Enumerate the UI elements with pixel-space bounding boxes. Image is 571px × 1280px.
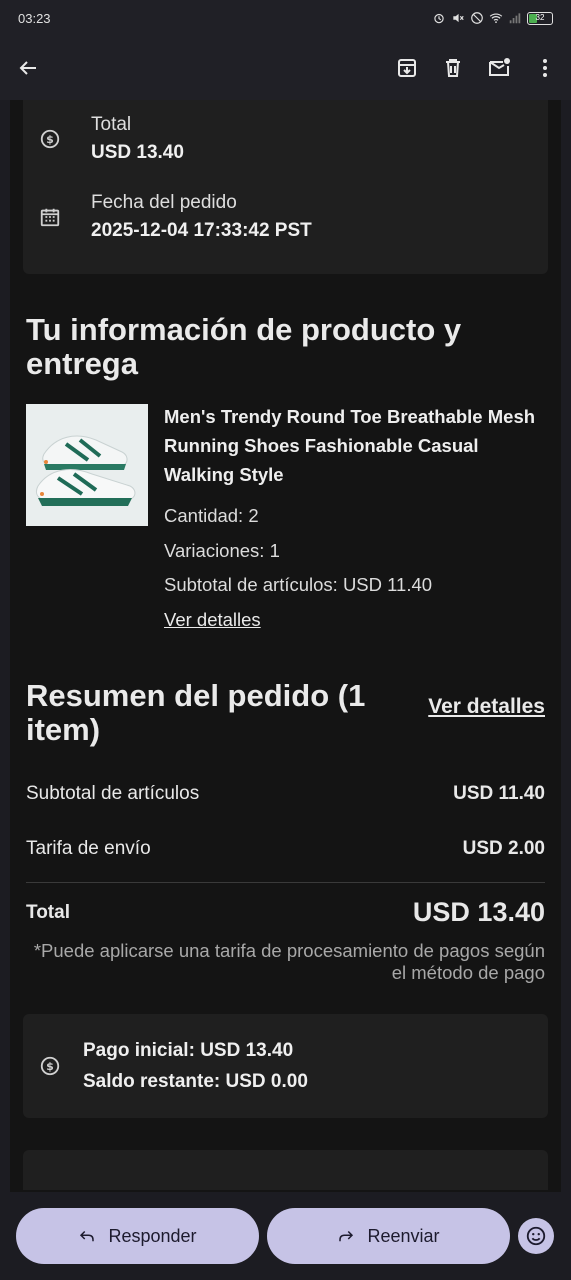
subtotal-label: Subtotal de artículos xyxy=(26,783,200,804)
subtotal-value: USD 11.40 xyxy=(453,783,545,804)
subtotal-row: Subtotal de artículos USD 11.40 xyxy=(10,781,561,807)
calendar-icon xyxy=(40,208,60,227)
status-bar: 03:23 32 xyxy=(0,0,571,36)
shipping-label: Tarifa de envío xyxy=(26,838,151,859)
reply-button[interactable]: Responder xyxy=(16,1208,259,1264)
archive-button[interactable] xyxy=(395,56,419,80)
summary-details-link[interactable]: Ver detalles xyxy=(428,695,545,719)
product-details-link[interactable]: Ver detalles xyxy=(164,609,261,630)
grand-total-label: Total xyxy=(26,901,70,923)
product-quantity: Cantidad: 2 xyxy=(164,505,259,526)
delete-icon xyxy=(446,59,460,77)
dollar-circle-icon: $ xyxy=(40,129,60,149)
date-value: 2025-12-04 17:33:42 PST xyxy=(91,220,312,241)
dollar-circle-icon: $ xyxy=(40,1056,60,1076)
order-info-card: $ Total USD 13.40 Fecha del pedido 2025-… xyxy=(23,100,548,274)
shipping-value: USD 2.00 xyxy=(462,838,545,859)
product-info: Men's Trendy Round Toe Breathable Mesh R… xyxy=(148,404,545,637)
summary-header: Resumen del pedido (1 item) Ver detalles xyxy=(10,679,561,747)
back-button[interactable] xyxy=(16,56,40,80)
product-item: Men's Trendy Round Toe Breathable Mesh R… xyxy=(10,404,561,637)
emoji-reaction-button[interactable] xyxy=(518,1218,554,1254)
svg-text:$: $ xyxy=(46,133,54,146)
email-body: $ Total USD 13.40 Fecha del pedido 2025-… xyxy=(10,100,561,1192)
total-value: USD 13.40 xyxy=(91,142,184,163)
product-name: Men's Trendy Round Toe Breathable Mesh R… xyxy=(164,406,536,485)
mark-unread-button[interactable] xyxy=(487,56,511,80)
remaining-balance: Saldo restante: USD 0.00 xyxy=(83,1071,308,1092)
reply-label: Responder xyxy=(108,1225,197,1246)
initial-payment: Pago inicial: USD 13.40 xyxy=(83,1040,294,1061)
order-total-row: $ Total USD 13.40 xyxy=(23,112,548,168)
payment-card: $ Pago inicial: USD 13.40 Saldo restante… xyxy=(23,1014,548,1118)
signal-icon xyxy=(509,13,521,24)
status-time: 03:23 xyxy=(18,10,51,26)
shipping-row: Tarifa de envío USD 2.00 xyxy=(10,836,561,862)
sneakers-image xyxy=(26,404,148,526)
summary-heading: Resumen del pedido (1 item) xyxy=(26,678,366,747)
archive-icon xyxy=(398,59,416,77)
product-section-heading: Tu información de producto y entrega xyxy=(26,312,462,381)
more-options-button[interactable] xyxy=(533,56,557,80)
mute-icon xyxy=(453,13,464,23)
product-image[interactable] xyxy=(26,404,148,526)
alarm-icon xyxy=(434,13,444,24)
product-subtotal: Subtotal de artículos: USD 11.40 xyxy=(164,574,433,595)
total-label: Total xyxy=(91,114,132,135)
wifi-icon xyxy=(489,13,503,23)
delete-button[interactable] xyxy=(441,56,465,80)
dnd-icon xyxy=(471,12,483,24)
summary-divider xyxy=(26,882,545,883)
next-card xyxy=(23,1150,548,1190)
mark-unread-icon xyxy=(489,58,510,76)
emoji-icon xyxy=(526,1226,546,1246)
battery-icon: 32 xyxy=(527,11,553,25)
battery-level: 32 xyxy=(535,12,545,22)
forward-icon xyxy=(339,1230,354,1242)
more-vert-icon xyxy=(543,59,547,77)
forward-label: Reenviar xyxy=(367,1225,440,1246)
back-arrow-icon xyxy=(19,61,36,75)
forward-button[interactable]: Reenviar xyxy=(267,1208,510,1264)
reply-icon xyxy=(80,1230,95,1242)
svg-text:$: $ xyxy=(46,1060,54,1073)
grand-total-row: Total USD 13.40 xyxy=(10,897,561,928)
app-bar xyxy=(0,36,571,100)
processing-fee-note: *Puede aplicarse una tarifa de procesami… xyxy=(33,940,545,983)
date-label: Fecha del pedido xyxy=(91,192,237,213)
bottom-action-bar: Responder Reenviar xyxy=(0,1192,571,1280)
grand-total-value: USD 13.40 xyxy=(412,897,545,927)
status-icons: 32 xyxy=(432,11,553,25)
order-date-row: Fecha del pedido 2025-12-04 17:33:42 PST xyxy=(23,190,548,246)
product-variations: Variaciones: 1 xyxy=(164,539,280,561)
